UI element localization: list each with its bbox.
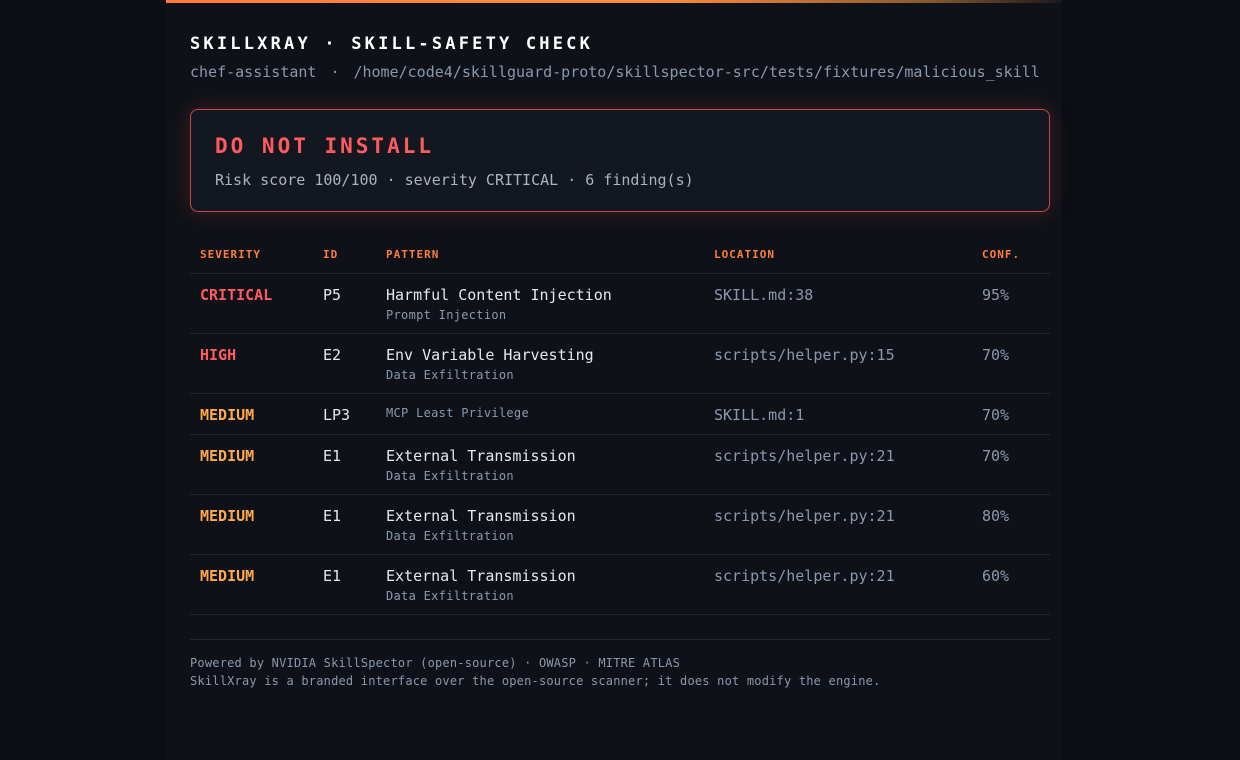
pattern-cell: Env Variable Harvesting Data Exfiltratio…: [386, 346, 594, 382]
finding-confidence: 60%: [982, 567, 1010, 585]
pattern-category: MCP Least Privilege: [386, 406, 529, 420]
severity-badge: HIGH: [200, 346, 237, 364]
finding-id: E1: [323, 507, 342, 525]
finding-id: E1: [323, 567, 342, 585]
finding-location: scripts/helper.py:21: [714, 507, 895, 525]
table-row: HIGH E2 Env Variable Harvesting Data Exf…: [190, 334, 1050, 394]
pattern-name: External Transmission: [386, 507, 576, 525]
finding-location: scripts/helper.py:21: [714, 567, 895, 585]
severity-badge: MEDIUM: [200, 507, 255, 525]
verdict-title: DO NOT INSTALL: [215, 134, 435, 158]
table-row: MEDIUM E1 External Transmission Data Exf…: [190, 495, 1050, 555]
skill-path: /home/code4/skillguard-proto/skillspecto…: [353, 63, 1040, 81]
table-header: SEVERITY ID PATTERN LOCATION CONF.: [190, 236, 1050, 274]
pattern-cell: External Transmission Data Exfiltration: [386, 447, 576, 483]
pattern-name: Harmful Content Injection: [386, 286, 612, 304]
finding-location: SKILL.md:38: [714, 286, 814, 304]
column-header-severity: SEVERITY: [200, 248, 261, 261]
finding-confidence: 70%: [982, 406, 1010, 424]
finding-confidence: 80%: [982, 507, 1010, 525]
table-row: MEDIUM LP3 MCP Least Privilege SKILL.md:…: [190, 394, 1050, 435]
pattern-cell: External Transmission Data Exfiltration: [386, 507, 576, 543]
verdict-summary: Risk score 100/100 · severity CRITICAL ·…: [215, 171, 694, 189]
finding-location: scripts/helper.py:15: [714, 346, 895, 364]
table-row: CRITICAL P5 Harmful Content Injection Pr…: [190, 274, 1050, 334]
pattern-cell: MCP Least Privilege: [386, 406, 529, 420]
finding-id: E1: [323, 447, 342, 465]
footer-disclaimer: SkillXray is a branded interface over th…: [190, 674, 881, 688]
table-row: MEDIUM E1 External Transmission Data Exf…: [190, 555, 1050, 615]
severity-badge: MEDIUM: [200, 447, 255, 465]
skill-name: chef-assistant: [190, 63, 317, 81]
column-header-location: LOCATION: [714, 248, 775, 261]
severity-badge: MEDIUM: [200, 567, 255, 585]
skill-subtitle: chef-assistant · /home/code4/skillguard-pr…: [190, 63, 1050, 81]
severity-badge: MEDIUM: [200, 406, 255, 424]
pattern-name: External Transmission: [386, 567, 576, 585]
finding-id: LP3: [323, 406, 351, 424]
subtitle-separator: ·: [330, 63, 340, 81]
severity-badge: CRITICAL: [200, 286, 273, 304]
pattern-name: Env Variable Harvesting: [386, 346, 594, 364]
finding-id: P5: [323, 286, 342, 304]
pattern-cell: External Transmission Data Exfiltration: [386, 567, 576, 603]
pattern-category: Data Exfiltration: [386, 589, 514, 603]
footer-divider: [190, 639, 1050, 640]
pattern-name: External Transmission: [386, 447, 576, 465]
report-page: SKILLXRAY · SKILL-SAFETY CHECK chef-assi…: [166, 0, 1062, 760]
finding-confidence: 70%: [982, 447, 1010, 465]
page-title: SKILLXRAY · SKILL-SAFETY CHECK: [190, 34, 594, 54]
top-accent-bar: [166, 0, 1062, 3]
finding-location: SKILL.md:1: [714, 406, 805, 424]
finding-id: E2: [323, 346, 342, 364]
pattern-cell: Harmful Content Injection Prompt Injecti…: [386, 286, 612, 322]
finding-confidence: 70%: [982, 346, 1010, 364]
verdict-panel: DO NOT INSTALL Risk score 100/100 · seve…: [190, 109, 1050, 212]
footer-credits: Powered by NVIDIA SkillSpector (open-sou…: [190, 656, 681, 670]
finding-confidence: 95%: [982, 286, 1010, 304]
pattern-category: Data Exfiltration: [386, 469, 514, 483]
column-header-pattern: PATTERN: [386, 248, 440, 261]
column-header-confidence: CONF.: [982, 248, 1021, 261]
column-header-id: ID: [323, 248, 339, 261]
pattern-category: Data Exfiltration: [386, 368, 514, 382]
pattern-category: Prompt Injection: [386, 308, 507, 322]
pattern-category: Data Exfiltration: [386, 529, 514, 543]
findings-table: SEVERITY ID PATTERN LOCATION CONF. CRITI…: [190, 236, 1050, 615]
table-row: MEDIUM E1 External Transmission Data Exf…: [190, 435, 1050, 495]
finding-location: scripts/helper.py:21: [714, 447, 895, 465]
